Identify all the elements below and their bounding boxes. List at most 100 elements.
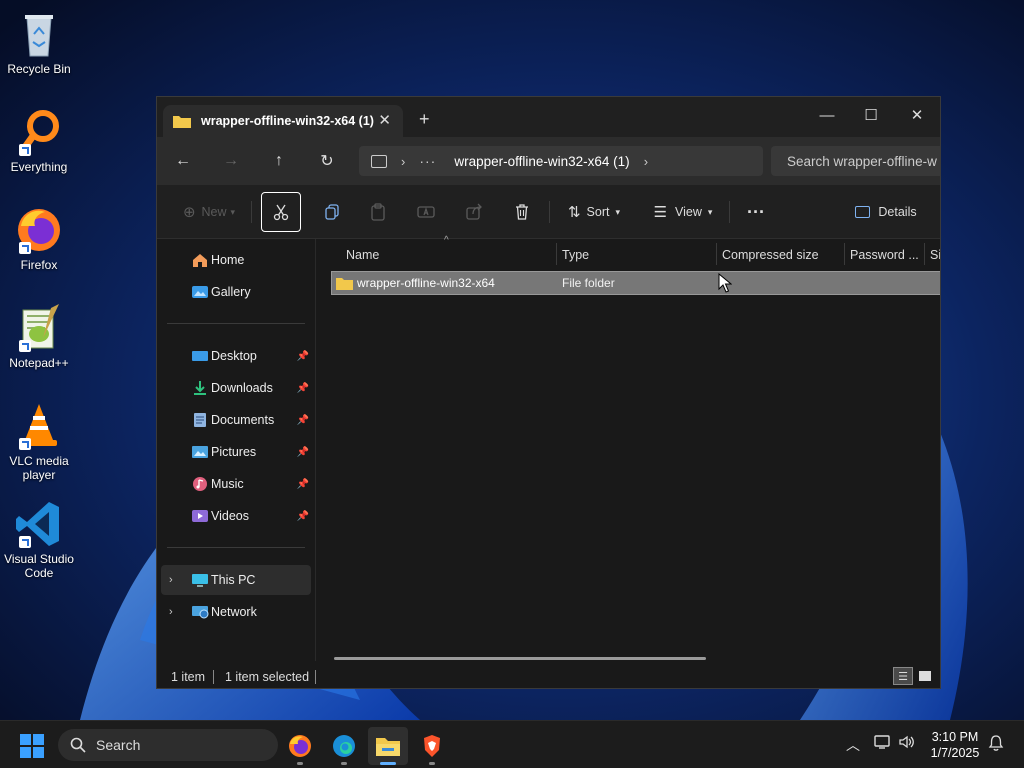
chevron-right-icon[interactable]: ›: [644, 154, 648, 169]
sidebar-item-gallery[interactable]: Gallery: [161, 277, 311, 307]
horizontal-scrollbar[interactable]: [334, 657, 706, 660]
chevron-right-icon[interactable]: ›: [169, 574, 173, 586]
column-separator[interactable]: [924, 243, 925, 265]
desktop-icon-firefox[interactable]: Firefox: [0, 204, 78, 272]
sidebar-item-this-pc[interactable]: › This PC: [161, 565, 311, 595]
pin-icon[interactable]: 📌: [297, 511, 309, 522]
gallery-icon: [191, 284, 209, 300]
navigation-pane: Home Gallery Desktop 📌 Downloads 📌 Docum…: [157, 239, 315, 661]
column-separator[interactable]: [844, 243, 845, 265]
details-pane-icon: [855, 206, 871, 218]
desktop-icon-label: Notepad++: [9, 356, 69, 370]
sort-button[interactable]: ⇅ Sort ▾: [561, 197, 627, 227]
desktop-icon-label: Visual Studio Code: [4, 552, 74, 580]
cut-button[interactable]: [261, 192, 301, 232]
chevron-right-icon[interactable]: ›: [169, 606, 173, 618]
desktop-icon-vlc[interactable]: VLC media player: [0, 400, 78, 482]
sidebar-item-desktop[interactable]: Desktop 📌: [161, 341, 311, 371]
taskbar-app-edge[interactable]: [324, 727, 364, 765]
clock[interactable]: 3:10 PM 1/7/2025: [920, 729, 990, 761]
up-button[interactable]: ↑: [265, 149, 293, 173]
sidebar-item-pictures[interactable]: Pictures 📌: [161, 437, 311, 467]
tab-active[interactable]: wrapper-offline-win32-x64 (1) ✕: [163, 105, 403, 137]
sidebar-label: Pictures: [211, 445, 257, 459]
more-options-button[interactable]: ···: [741, 197, 771, 227]
column-header-size[interactable]: Si: [930, 243, 940, 267]
sidebar-item-downloads[interactable]: Downloads 📌: [161, 373, 311, 403]
network-status-icon[interactable]: [874, 734, 892, 753]
pin-icon[interactable]: 📌: [297, 479, 309, 490]
rename-button[interactable]: [411, 197, 441, 227]
column-header-type[interactable]: Type: [562, 243, 712, 267]
sidebar-item-videos[interactable]: Videos 📌: [161, 501, 311, 531]
search-box[interactable]: Search wrapper-offline-w: [771, 146, 940, 176]
forward-button[interactable]: →: [217, 149, 245, 173]
copy-button[interactable]: [317, 197, 347, 227]
details-pane-button[interactable]: Details: [851, 197, 921, 227]
volume-icon[interactable]: [898, 734, 916, 753]
new-button[interactable]: ⊕ New ▾: [177, 197, 241, 227]
breadcrumb-current[interactable]: wrapper-offline-win32-x64 (1): [454, 154, 629, 169]
shortcut-arrow-icon: [19, 242, 31, 254]
share-button[interactable]: [459, 197, 489, 227]
large-icons-view-button[interactable]: [915, 667, 935, 685]
scissors-icon: [273, 204, 289, 221]
refresh-button[interactable]: ↻: [313, 149, 341, 173]
windows-start-icon[interactable]: [20, 734, 44, 758]
notification-bell-icon[interactable]: [988, 734, 1004, 755]
delete-button[interactable]: [507, 197, 537, 227]
sidebar-item-network[interactable]: › Network: [161, 597, 311, 627]
pin-icon[interactable]: 📌: [297, 383, 309, 394]
breadcrumb-ellipsis[interactable]: ···: [419, 153, 436, 169]
sidebar-item-documents[interactable]: Documents 📌: [161, 405, 311, 435]
new-tab-button[interactable]: +: [419, 109, 430, 130]
maximize-button[interactable]: ☐: [849, 101, 893, 129]
tab-close-icon[interactable]: ✕: [378, 111, 391, 129]
desktop-icon-notepad-plus-plus[interactable]: Notepad++: [0, 302, 78, 370]
sidebar-item-music[interactable]: Music 📌: [161, 469, 311, 499]
close-button[interactable]: ✕: [895, 101, 939, 129]
desktop-icon-everything[interactable]: Everything: [0, 106, 78, 174]
minimize-button[interactable]: —: [805, 101, 849, 129]
file-name: wrapper-offline-win32-x64: [357, 276, 495, 290]
desktop-icon-label: Everything: [10, 160, 68, 174]
column-header-name[interactable]: Name: [346, 243, 546, 267]
taskbar-app-brave[interactable]: [412, 727, 452, 765]
desktop-icon-vscode[interactable]: Visual Studio Code: [0, 498, 78, 580]
column-separator[interactable]: [556, 243, 557, 265]
pictures-icon: [191, 444, 209, 460]
column-header-password[interactable]: Password ...: [850, 243, 924, 267]
shortcut-arrow-icon: [19, 536, 31, 548]
sidebar-item-home[interactable]: Home: [161, 245, 311, 275]
sidebar-label: Videos: [211, 509, 249, 523]
back-button[interactable]: ←: [169, 149, 197, 173]
pin-icon[interactable]: 📌: [297, 351, 309, 362]
title-bar[interactable]: wrapper-offline-win32-x64 (1) ✕ + — ☐ ✕: [157, 97, 940, 137]
vscode-icon: [13, 498, 65, 550]
separator: [549, 201, 550, 223]
table-row[interactable]: wrapper-offline-win32-x64 File folder: [331, 271, 940, 295]
pin-icon[interactable]: 📌: [297, 447, 309, 458]
address-bar[interactable]: › ··· wrapper-offline-win32-x64 (1) ›: [359, 146, 763, 176]
shortcut-arrow-icon: [19, 340, 31, 352]
folder-icon: [336, 277, 353, 290]
shortcut-arrow-icon: [19, 144, 31, 156]
details-view-button[interactable]: ☰: [893, 667, 913, 685]
taskbar-app-firefox[interactable]: [280, 727, 320, 765]
sidebar-label: Desktop: [211, 349, 257, 363]
item-count: 1 item: [171, 669, 206, 684]
tray-overflow-chevron-icon[interactable]: ︿: [846, 735, 860, 755]
taskbar-app-file-explorer[interactable]: [368, 727, 408, 765]
view-button[interactable]: ☰ View ▾: [649, 197, 717, 227]
file-list: ^ Name Type Compressed size Password ...…: [315, 235, 940, 661]
pin-icon[interactable]: 📌: [297, 415, 309, 426]
desktop-icon-recycle-bin[interactable]: Recycle Bin: [0, 8, 78, 76]
sort-label: Sort: [586, 205, 610, 219]
column-separator[interactable]: [716, 243, 717, 265]
running-indicator: [341, 762, 347, 765]
taskbar-search-box[interactable]: Search: [58, 729, 278, 761]
paste-button[interactable]: [363, 197, 393, 227]
separator: [729, 201, 730, 223]
column-header-compressed-size[interactable]: Compressed size: [722, 243, 842, 267]
network-icon: [191, 604, 209, 620]
